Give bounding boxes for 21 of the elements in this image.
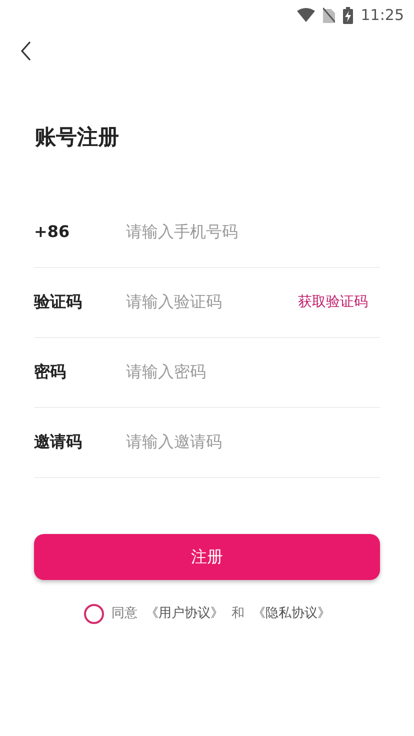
- agreement-link[interactable]: 《用户协议》: [146, 604, 224, 624]
- agree-checkbox[interactable]: [84, 604, 104, 624]
- battery-charging-icon: [342, 6, 353, 24]
- no-sim-icon: [322, 7, 335, 23]
- get-code-link[interactable]: 获取验证码: [298, 292, 368, 312]
- back-icon[interactable]: [20, 40, 32, 61]
- field-label: +86: [34, 221, 71, 243]
- page-title: 账号注册: [35, 124, 120, 151]
- field-label: 验证码: [34, 291, 83, 313]
- input-field[interactable]: 请输入手机号码: [126, 220, 380, 244]
- agreement-text: 和: [232, 604, 244, 623]
- status-time: 11:25: [360, 4, 404, 26]
- field-label: 密码: [34, 361, 67, 383]
- input-field[interactable]: 请输入邀请码: [126, 430, 380, 454]
- wifi-icon: [296, 8, 315, 22]
- field-label: 邀请码: [34, 431, 83, 453]
- register-button[interactable]: 注册: [34, 534, 380, 580]
- input-field[interactable]: 请输入密码: [126, 360, 380, 384]
- input-field[interactable]: 请输入验证码: [126, 290, 298, 314]
- agreement-text: 同意: [112, 604, 138, 623]
- agreement-link[interactable]: 《隐私协议》: [252, 604, 330, 624]
